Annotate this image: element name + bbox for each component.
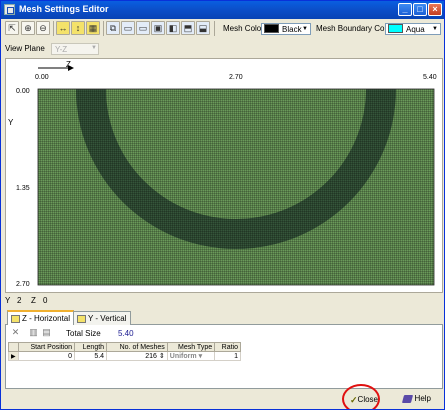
horizontal-mesh-icon xyxy=(11,315,20,323)
tab-y-vertical[interactable]: Y - Vertical xyxy=(73,311,131,325)
merge-columns-icon[interactable]: ▤ xyxy=(41,327,52,338)
copy-view-icon[interactable]: ⧉ xyxy=(106,21,120,35)
tab-z-horizontal[interactable]: Z - Horizontal xyxy=(7,310,75,325)
table-row[interactable]: ▶ 0 5.4 216 ⇕ Uniform ▾ 1 xyxy=(8,351,241,361)
minimize-icon[interactable]: _ xyxy=(398,3,412,16)
select-tool-icon[interactable]: ⇱ xyxy=(5,21,19,35)
left-tick-label: 1.35 xyxy=(16,185,30,192)
y-coord-label: Y xyxy=(5,296,11,305)
tab-label: Z - Horizontal xyxy=(22,314,71,323)
z-axis-arrowhead xyxy=(68,65,74,71)
view-plane-value: Y-Z xyxy=(55,45,68,54)
zoom-out-icon[interactable]: ⊖ xyxy=(36,21,50,35)
start-position-cell[interactable]: 0 xyxy=(17,351,76,361)
mesh-settings-pane: ✕ ▥ ▤ Total Size 5.40 Start Position Len… xyxy=(5,325,443,389)
chevron-down-icon[interactable]: ▾ xyxy=(199,353,203,360)
view-back-icon[interactable]: ◧ xyxy=(166,21,180,35)
y-coord-value: 2 xyxy=(17,296,22,305)
column-header[interactable]: Mesh Type xyxy=(166,342,216,352)
chevron-down-icon: ▼ xyxy=(432,26,438,32)
z-coord-value: 0 xyxy=(43,296,48,305)
mesh-direction-tabs: Z - Horizontal Y - Vertical xyxy=(5,310,443,325)
column-header[interactable]: Ratio xyxy=(214,342,241,352)
top-tick-label: 2.70 xyxy=(229,74,243,81)
vertical-mesh-icon xyxy=(77,315,86,323)
mesh-table: Start Position Length No. of Meshes Mesh… xyxy=(8,342,241,361)
stepper-icon[interactable]: ⇕ xyxy=(159,353,165,360)
view-plane-row: View Plane Y-Z ▼ xyxy=(1,39,444,59)
view-right-icon[interactable]: ▭ xyxy=(136,21,150,35)
column-header[interactable]: No. of Meshes xyxy=(106,342,168,352)
title-bar[interactable]: Mesh Settings Editor _ □ × xyxy=(1,1,444,19)
total-size-label: Total Size xyxy=(66,329,101,338)
mesh-color-select[interactable]: Black ▼ xyxy=(261,23,311,35)
chevron-down-icon: ▼ xyxy=(302,26,308,32)
y-axis-label: Y xyxy=(8,118,14,127)
coordinate-readout: Y 2 Z 0 xyxy=(5,295,443,307)
boundary-color-label: Mesh Boundary Color xyxy=(316,24,394,33)
boundary-color-select[interactable]: Aqua ▼ xyxy=(385,23,441,35)
mesh-settings-window: Mesh Settings Editor _ □ × ⇱ ⊕ ⊖ ↔ ↕ ▦ ⧉… xyxy=(0,0,445,410)
delete-icon[interactable]: ✕ xyxy=(10,327,21,338)
column-header[interactable]: Length xyxy=(74,342,108,352)
view-front-icon[interactable]: ▣ xyxy=(151,21,165,35)
row-pointer-icon: ▶ xyxy=(8,351,19,361)
window-title: Mesh Settings Editor xyxy=(19,4,109,14)
meshes-value: 216 xyxy=(145,353,157,360)
maximize-icon[interactable]: □ xyxy=(413,3,427,16)
view-top-icon[interactable]: ⬒ xyxy=(181,21,195,35)
view-plane-select[interactable]: Y-Z ▼ xyxy=(51,43,99,55)
boundary-color-value: Aqua xyxy=(406,25,425,34)
tab-label: Y - Vertical xyxy=(88,314,127,323)
app-icon xyxy=(4,4,15,15)
total-size-value: 5.40 xyxy=(118,329,134,338)
pane-toolbar: ✕ ▥ ▤ Total Size 5.40 xyxy=(8,327,438,339)
column-header[interactable]: Start Position xyxy=(17,342,76,352)
mesh-color-swatch xyxy=(264,24,279,33)
meshes-cell[interactable]: 216 ⇕ xyxy=(106,351,168,361)
chevron-down-icon: ▼ xyxy=(91,45,97,51)
mesh-canvas[interactable]: Z Y 0.00 2.70 5.40 0.00 1.35 2.70 xyxy=(5,58,443,293)
view-left-icon[interactable]: ▭ xyxy=(121,21,135,35)
mesh-type-cell[interactable]: Uniform ▾ xyxy=(166,351,216,361)
left-tick-label: 2.70 xyxy=(16,281,30,288)
split-columns-icon[interactable]: ▥ xyxy=(28,327,39,338)
zoom-in-icon[interactable]: ⊕ xyxy=(21,21,35,35)
mesh-grid-lines xyxy=(38,89,434,285)
z-coord-label: Z xyxy=(31,296,36,305)
horizontal-mesh-icon[interactable]: ↔ xyxy=(56,21,70,35)
left-tick-label: 0.00 xyxy=(16,88,30,95)
vertical-mesh-icon[interactable]: ↕ xyxy=(71,21,85,35)
boundary-color-swatch xyxy=(388,24,403,33)
highlight-circle xyxy=(342,384,380,409)
view-plane-label: View Plane xyxy=(5,44,45,53)
ratio-cell[interactable]: 1 xyxy=(214,351,241,361)
dialog-buttons: ✓ Close Help xyxy=(1,384,444,409)
mesh-type-value: Uniform xyxy=(169,353,197,360)
toolbar: ⇱ ⊕ ⊖ ↔ ↕ ▦ ⧉ ▭ ▭ ▣ ◧ ⬒ ⬓ Mesh Color Bla… xyxy=(1,19,444,39)
mesh-color-label: Mesh Color xyxy=(223,24,264,33)
top-tick-label: 5.40 xyxy=(423,74,437,81)
help-button[interactable]: Help xyxy=(401,392,437,406)
mesh-view[interactable]: Z Y 0.00 2.70 5.40 0.00 1.35 2.70 xyxy=(6,59,442,292)
top-tick-label: 0.00 xyxy=(35,74,49,81)
view-bottom-icon[interactable]: ⬓ xyxy=(196,21,210,35)
mesh-color-value: Black xyxy=(282,25,302,34)
length-cell[interactable]: 5.4 xyxy=(74,351,108,361)
close-icon[interactable]: × xyxy=(428,3,442,16)
grid-mesh-icon[interactable]: ▦ xyxy=(86,21,100,35)
